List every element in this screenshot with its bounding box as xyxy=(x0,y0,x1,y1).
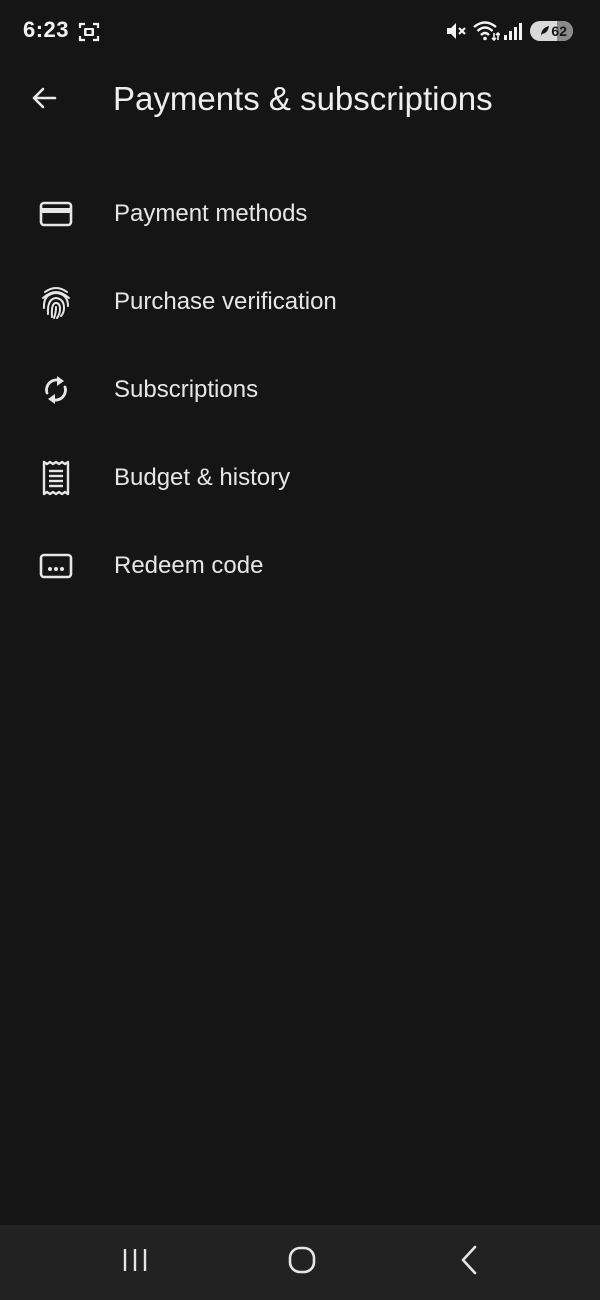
signal-icon xyxy=(503,21,523,46)
redeem-code-icon xyxy=(36,546,76,586)
mute-icon xyxy=(445,20,467,47)
menu-item-subscriptions[interactable]: Subscriptions xyxy=(0,346,600,434)
status-time: 6:23 xyxy=(23,17,70,42)
recent-apps-button[interactable] xyxy=(105,1237,165,1287)
nav-back-button[interactable] xyxy=(440,1237,500,1287)
receipt-icon xyxy=(36,458,76,498)
home-button[interactable] xyxy=(272,1237,332,1287)
menu-item-label: Subscriptions xyxy=(114,376,259,403)
back-button[interactable] xyxy=(20,76,68,124)
app-bar: Payments & subscriptions xyxy=(0,62,600,138)
menu-item-label: Redeem code xyxy=(114,552,264,579)
home-icon xyxy=(287,1245,317,1280)
battery-icon: 62 xyxy=(530,21,573,41)
status-bar: 6:23 62 xyxy=(0,0,600,62)
menu-item-purchase-verification[interactable]: Purchase verification xyxy=(0,258,600,346)
sync-icon xyxy=(36,370,76,410)
menu-item-payment-methods[interactable]: Payment methods xyxy=(0,170,600,258)
page-title: Payments & subscriptions xyxy=(113,80,493,117)
fingerprint-icon xyxy=(36,282,76,322)
navigation-bar xyxy=(0,1225,600,1300)
back-icon xyxy=(455,1245,485,1280)
menu-item-label: Payment methods xyxy=(114,200,308,227)
menu-item-label: Budget & history xyxy=(114,464,291,491)
menu-item-budget-history[interactable]: Budget & history xyxy=(0,434,600,522)
recent-apps-icon xyxy=(120,1245,150,1280)
menu-item-redeem-code[interactable]: Redeem code xyxy=(0,522,600,610)
wifi-icon xyxy=(472,19,501,48)
arrow-back-icon xyxy=(29,83,59,118)
battery-level: 62 xyxy=(551,23,567,39)
menu-list: Payment methods Purchase verification Su… xyxy=(0,170,600,610)
menu-item-label: Purchase verification xyxy=(114,288,337,315)
credit-card-icon xyxy=(36,194,76,234)
screenshot-icon xyxy=(78,21,100,48)
